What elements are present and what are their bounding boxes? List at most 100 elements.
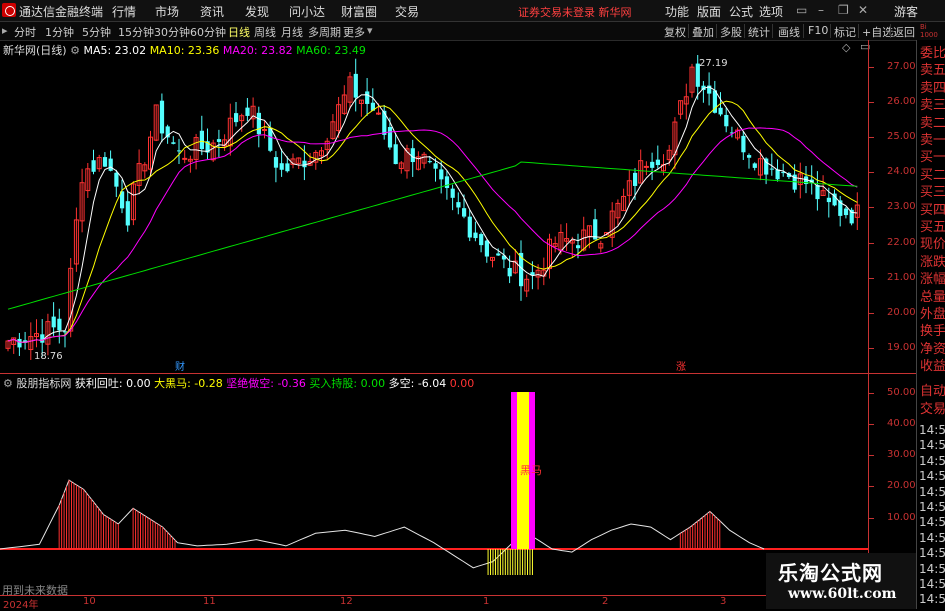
- quote-label: 收益: [920, 359, 945, 375]
- price-tick-label: 27.00: [887, 61, 916, 72]
- menu-item-news[interactable]: 资讯: [200, 3, 224, 20]
- date-label-jan: 1: [483, 596, 490, 607]
- period-tab-1min[interactable]: 1分钟: [45, 24, 74, 40]
- tick-time: 14:56: [919, 438, 945, 453]
- period-tab-more[interactable]: 更多: [343, 24, 365, 40]
- tool-add-watchlist-button[interactable]: +自选: [862, 24, 893, 40]
- price-axis: 27.00 26.00 25.00 24.00 23.00 22.00 21.00 20.00…: [868, 40, 917, 373]
- period-tab-daily[interactable]: 日线: [228, 24, 250, 40]
- quote-label: 委比: [920, 46, 945, 61]
- date-label-nov: 11: [203, 596, 216, 607]
- quote-label: 涨幅: [920, 272, 945, 288]
- tool-stats-button[interactable]: 统计: [748, 24, 770, 40]
- menu-item-assistant[interactable]: 问小达: [289, 3, 325, 20]
- quote-label: 买四: [920, 202, 945, 218]
- tool-overlay-button[interactable]: 叠加: [692, 24, 714, 40]
- period-toolbar: ▸ 分时 1分钟 5分钟 15分钟 30分钟 60分钟 日线 周线 月线 多周期…: [0, 22, 945, 41]
- tick-time: 14:56: [919, 484, 945, 499]
- indicator-chart[interactable]: [0, 388, 868, 595]
- quote-label: 涨跌: [920, 254, 945, 270]
- tool-back-button[interactable]: 返回: [893, 24, 915, 40]
- user-label[interactable]: 游客: [894, 3, 918, 20]
- price-tick-label: 25.00: [887, 131, 916, 143]
- period-tab-5min[interactable]: 5分钟: [82, 24, 111, 40]
- price-tick-label: 26.00: [887, 96, 916, 108]
- menu-item-layout[interactable]: 版面: [697, 3, 721, 20]
- price-tick-label: 19.00: [887, 341, 916, 353]
- tick-time: 14:56: [919, 453, 945, 468]
- tick-time: 14:56: [919, 561, 945, 576]
- date-label-oct: 10: [83, 596, 96, 607]
- period-tab-60min[interactable]: 60分钟: [190, 24, 226, 40]
- expand-icon[interactable]: ▸: [2, 24, 8, 37]
- more-dropdown-icon[interactable]: ▾: [367, 24, 373, 37]
- menu-item-market[interactable]: 市场: [155, 3, 179, 20]
- menu-item-trade[interactable]: 交易: [395, 3, 419, 20]
- tick-time: 14:56: [919, 515, 945, 530]
- period-tab-intraday[interactable]: 分时: [14, 24, 36, 40]
- app-logo-icon: [2, 3, 16, 17]
- tick-time: 14:56: [919, 500, 945, 514]
- indicator-tick-label: 30.00: [887, 449, 916, 461]
- restore-icon[interactable]: ❐: [838, 3, 849, 17]
- price-tick-label: 22.00: [887, 236, 916, 248]
- quote-label: 总量: [920, 289, 945, 305]
- indicator-tick-label: 20.00: [887, 480, 916, 492]
- tick-time: 14:56: [919, 423, 945, 437]
- menu-item-discover[interactable]: 发现: [245, 3, 269, 20]
- tick-time: 14:56: [919, 530, 945, 545]
- tool-mark-button[interactable]: 标记: [834, 24, 856, 40]
- price-tick-label: 20.00: [887, 306, 916, 318]
- pane-divider: [0, 373, 916, 374]
- indicator-tick-label: 50.00: [887, 386, 916, 398]
- quote-label: 卖一: [920, 133, 945, 148]
- tick-time: 14:56: [919, 592, 945, 607]
- quote-label: 卖二: [920, 115, 945, 131]
- menu-item-options[interactable]: 选项: [759, 3, 783, 20]
- menu-item-wealth-circle[interactable]: 财富圈: [341, 3, 377, 20]
- watermark-badge: 乐淘公式网 www.60lt.com: [766, 553, 916, 609]
- tool-draw-line-button[interactable]: 画线: [778, 24, 800, 40]
- tick-time: 14:56: [919, 469, 945, 484]
- price-tick-label: 23.00: [887, 201, 916, 213]
- minimize-icon[interactable]: ▭: [796, 3, 807, 17]
- close-icon[interactable]: ✕: [858, 3, 868, 17]
- quote-label: 卖五: [920, 63, 945, 79]
- auto-trade-label[interactable]: 交易: [920, 402, 945, 418]
- price-tick-label: 21.00: [887, 271, 916, 283]
- tool-f10-button[interactable]: F10: [808, 24, 828, 37]
- watermark-title: 乐淘公式网: [778, 561, 883, 585]
- period-tab-multi[interactable]: 多周期: [308, 24, 341, 40]
- login-notice: 证券交易未登录 新华网: [518, 6, 632, 19]
- quote-side-panel: Bi 1000 委比 卖五 卖四 卖三 卖二 卖一 买一 买二 买三 买四 买五 现价 涨跌 涨幅 总量 外盘换…: [916, 23, 945, 609]
- auto-trade-label[interactable]: 自动: [920, 384, 945, 400]
- tool-adjust-button[interactable]: 复权: [664, 24, 686, 40]
- tool-multi-stock-button[interactable]: 多股: [720, 24, 742, 40]
- period-tab-weekly[interactable]: 周线: [254, 24, 276, 40]
- quote-label: 买一: [920, 150, 945, 166]
- app-title: 通达信金融终端: [19, 5, 104, 19]
- panel-top-small: Bi 1000: [920, 23, 938, 39]
- rise-marker[interactable]: 涨: [676, 358, 686, 373]
- high-price-label: 27.19: [699, 58, 728, 69]
- candlestick-chart[interactable]: [0, 55, 868, 373]
- quote-label: 外盘: [920, 307, 945, 322]
- period-tab-15min[interactable]: 15分钟: [118, 24, 154, 40]
- quote-label: 净资: [920, 341, 945, 357]
- date-label-mar: 3: [720, 596, 727, 607]
- menu-item-formula[interactable]: 公式: [729, 3, 753, 20]
- quote-label: 买五: [920, 220, 945, 235]
- finance-marker[interactable]: 财: [175, 358, 185, 373]
- maximize-icon[interactable]: –: [818, 3, 824, 17]
- indicator-tick-label: 40.00: [887, 417, 916, 429]
- period-tab-monthly[interactable]: 月线: [281, 24, 303, 40]
- period-tab-30min[interactable]: 30分钟: [154, 24, 190, 40]
- tick-time: 14:56: [919, 546, 945, 561]
- diamond-icon[interactable]: ◇: [842, 41, 850, 54]
- price-tick-label: 24.00: [887, 166, 916, 178]
- menu-item-quotes[interactable]: 行情: [112, 3, 136, 20]
- low-price-label: 18.76: [34, 351, 63, 362]
- menu-item-function[interactable]: 功能: [665, 3, 689, 20]
- date-label-feb: 2: [602, 596, 609, 607]
- title-bar: 通达信金融终端 行情 市场 资讯 发现 问小达 财富圈 交易 证券交易未登录 新…: [0, 0, 945, 22]
